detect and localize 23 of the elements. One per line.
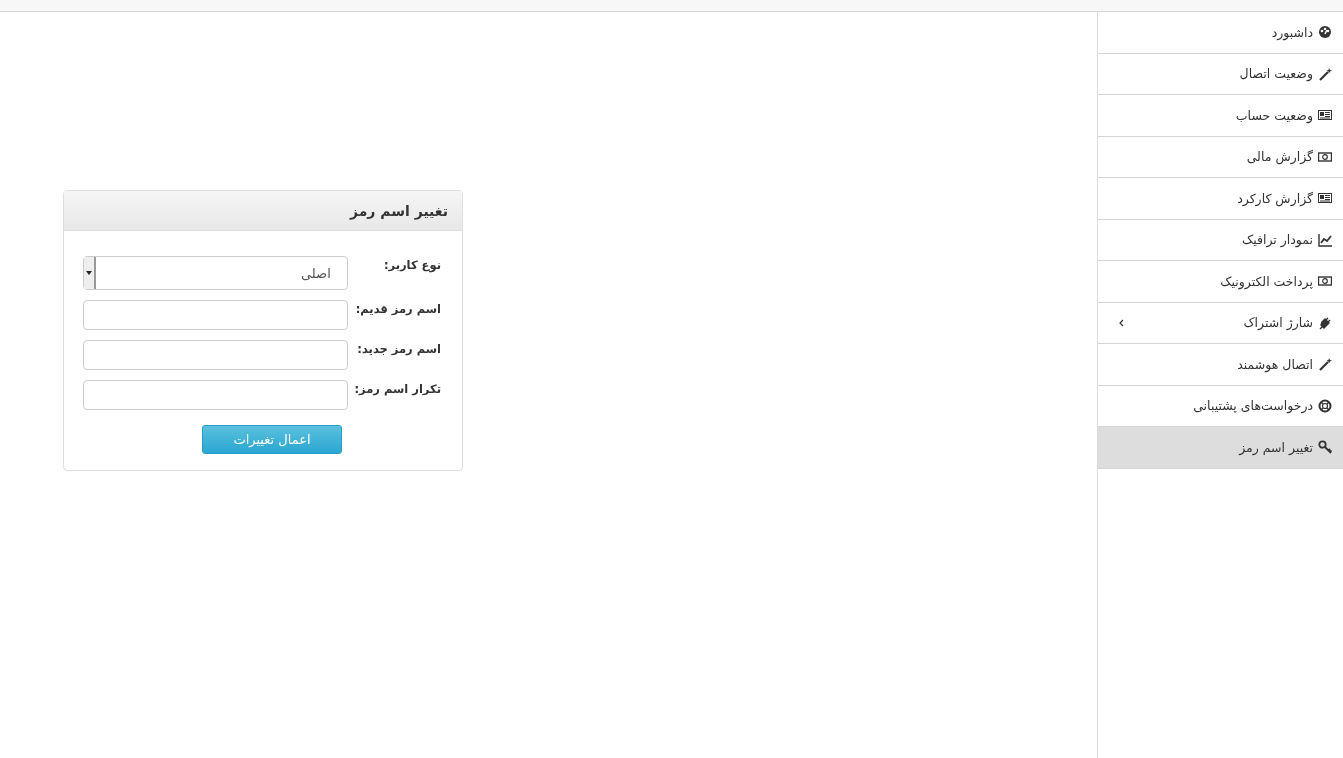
field-label: اسم رمز جدید: [356, 341, 442, 356]
user-type-select[interactable]: اصلی [83, 256, 348, 290]
wand-icon [1318, 66, 1332, 81]
field-label: تکرار اسم رمز: [353, 381, 442, 396]
banknote-icon [1318, 149, 1332, 164]
gauge-icon [1318, 25, 1332, 40]
chevron-icon [1118, 318, 1124, 327]
password-field[interactable] [83, 300, 348, 330]
field-label: اسم رمز قدیم: [354, 301, 442, 316]
lifebuoy-icon [1318, 398, 1332, 413]
wand-icon [1318, 357, 1332, 372]
newspaper-icon [1318, 191, 1332, 206]
field-label: نوع کاربر: [382, 257, 442, 272]
plug-icon [1318, 315, 1332, 330]
caret-icon [84, 257, 96, 289]
banknote-icon [1318, 274, 1332, 289]
password-field[interactable] [83, 340, 348, 370]
panel-title: تغییر اسم رمز [349, 202, 448, 219]
key-icon [1318, 440, 1332, 455]
newspaper-icon [1318, 108, 1332, 123]
password-field[interactable] [83, 380, 348, 410]
line-chart-icon [1318, 232, 1332, 247]
sidebar-item[interactable]: تغییر اسم رمز [1098, 427, 1343, 469]
